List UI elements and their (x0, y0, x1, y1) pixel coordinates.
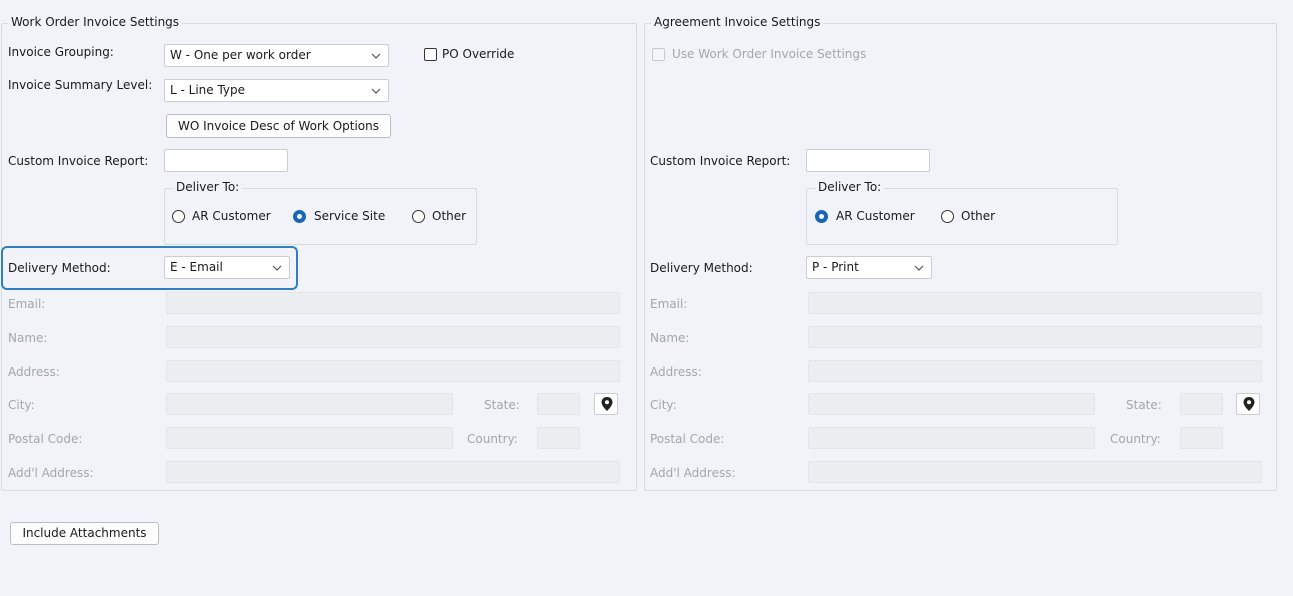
group-title: Agreement Invoice Settings (651, 15, 824, 29)
map-pin-icon (1243, 397, 1255, 411)
city-label: City: (8, 398, 35, 412)
radio-ar-customer[interactable] (815, 210, 828, 223)
email-label: Email: (8, 297, 46, 311)
invoice-grouping-label: Invoice Grouping: (8, 45, 114, 59)
use-wo-settings-checkbox[interactable] (652, 48, 665, 61)
city-field (166, 393, 453, 415)
state-field (537, 393, 580, 415)
email-label: Email: (650, 297, 688, 311)
postal-code-label: Postal Code: (8, 432, 83, 446)
address-field (808, 360, 1262, 382)
state-label: State: (1126, 398, 1162, 412)
po-override-label: PO Override (442, 47, 515, 61)
custom-invoice-report-input[interactable] (164, 149, 288, 172)
invoice-grouping-value: W - One per work order (170, 48, 311, 62)
email-field (166, 292, 620, 314)
deliver-to-title: Deliver To: (173, 180, 243, 194)
delivery-method-label: Delivery Method: (650, 261, 753, 275)
summary-level-select[interactable]: L - Line Type (164, 79, 389, 102)
delivery-method-select[interactable]: E - Email (164, 256, 290, 279)
postal-code-field (808, 427, 1095, 449)
address-label: Address: (8, 365, 60, 379)
name-field (166, 326, 620, 348)
country-field (1180, 427, 1223, 449)
delivery-method-label: Delivery Method: (8, 261, 111, 275)
chevron-down-icon (371, 53, 381, 59)
use-wo-settings-label: Use Work Order Invoice Settings (672, 47, 867, 61)
custom-invoice-report-label: Custom Invoice Report: (8, 154, 149, 168)
deliver-to-title: Deliver To: (815, 180, 885, 194)
chevron-down-icon (272, 265, 282, 271)
radio-ar-customer[interactable] (172, 210, 185, 223)
delivery-method-value: P - Print (812, 260, 859, 274)
name-label: Name: (650, 331, 690, 345)
radio-other-label: Other (432, 209, 467, 223)
group-title: Work Order Invoice Settings (8, 15, 183, 29)
country-label: Country: (467, 432, 518, 446)
map-pin-button[interactable] (1236, 393, 1260, 415)
radio-other[interactable] (412, 210, 425, 223)
radio-ar-customer-label: AR Customer (192, 209, 271, 223)
delivery-method-value: E - Email (170, 260, 223, 274)
po-override-checkbox[interactable] (424, 48, 437, 61)
chevron-down-icon (371, 88, 381, 94)
address-label: Address: (650, 365, 702, 379)
delivery-method-select[interactable]: P - Print (806, 256, 932, 279)
city-field (808, 393, 1095, 415)
name-field (808, 326, 1262, 348)
radio-ar-customer-label: AR Customer (836, 209, 915, 223)
state-field (1180, 393, 1223, 415)
wo-invoice-desc-options-button[interactable]: WO Invoice Desc of Work Options (166, 114, 391, 138)
country-label: Country: (1110, 432, 1161, 446)
summary-level-label: Invoice Summary Level: (8, 78, 153, 92)
postal-code-field (166, 427, 453, 449)
summary-level-value: L - Line Type (170, 83, 246, 97)
name-label: Name: (8, 331, 48, 345)
addl-address-label: Add'l Address: (650, 466, 736, 480)
postal-code-label: Postal Code: (650, 432, 725, 446)
addl-address-field (808, 461, 1262, 483)
agreement-invoice-settings-group: Agreement Invoice Settings (644, 15, 1277, 491)
map-pin-icon (601, 397, 613, 411)
include-attachments-button[interactable]: Include Attachments (10, 522, 159, 545)
country-field (537, 427, 580, 449)
map-pin-button[interactable] (594, 393, 618, 415)
invoice-grouping-select[interactable]: W - One per work order (164, 44, 389, 67)
radio-service-site[interactable] (293, 210, 306, 223)
chevron-down-icon (914, 265, 924, 271)
radio-service-site-label: Service Site (314, 209, 386, 223)
email-field (808, 292, 1262, 314)
custom-invoice-report-label: Custom Invoice Report: (650, 154, 791, 168)
radio-other-label: Other (961, 209, 996, 223)
custom-invoice-report-input[interactable] (806, 149, 930, 172)
state-label: State: (484, 398, 520, 412)
addl-address-field (166, 461, 620, 483)
addl-address-label: Add'l Address: (8, 466, 94, 480)
address-field (166, 360, 620, 382)
radio-other[interactable] (941, 210, 954, 223)
city-label: City: (650, 398, 677, 412)
